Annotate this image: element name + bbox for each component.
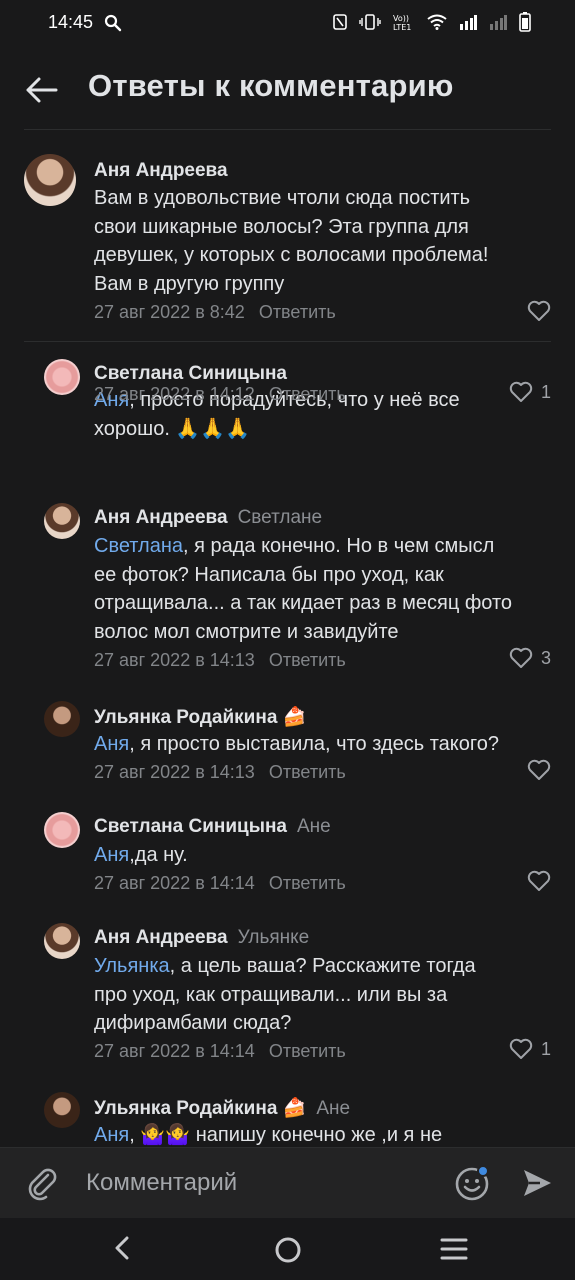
like-count: 1 bbox=[540, 1038, 551, 1059]
comment-date: 27 авг 2022 в 14:14 bbox=[94, 1041, 255, 1061]
avatar[interactable] bbox=[44, 812, 80, 848]
svg-text:LTE1: LTE1 bbox=[393, 23, 411, 31]
avatar[interactable] bbox=[24, 154, 76, 206]
comment-author[interactable]: Ульянка Родайкина 🍰 bbox=[94, 1098, 306, 1119]
nav-recents-icon[interactable] bbox=[440, 1236, 468, 1267]
battery-icon bbox=[519, 12, 531, 37]
reply-to-label: Ане bbox=[297, 816, 331, 837]
mention-link[interactable]: Аня bbox=[94, 844, 129, 866]
comment-date: 27 авг 2022 в 14:13 bbox=[94, 762, 255, 782]
signal-2-icon bbox=[489, 14, 507, 35]
reply-to-label: Светлане bbox=[237, 507, 323, 528]
nav-back-icon[interactable] bbox=[110, 1234, 134, 1267]
like-count: 1 bbox=[540, 381, 551, 402]
signal-icon bbox=[459, 14, 477, 35]
nfc-icon bbox=[333, 14, 347, 35]
like-button[interactable]: 1 bbox=[509, 1038, 551, 1060]
comment-text: Ульянка, а цель ваша? Расскажите тогда п… bbox=[94, 955, 476, 1034]
avatar[interactable] bbox=[44, 701, 80, 737]
reply-button[interactable]: Ответить bbox=[269, 873, 346, 893]
reply-button[interactable]: Ответить bbox=[269, 1041, 346, 1061]
vibrate-icon bbox=[359, 14, 381, 35]
avatar[interactable] bbox=[44, 923, 80, 959]
system-navbar bbox=[0, 1218, 575, 1280]
mention-link[interactable]: Светлана bbox=[94, 535, 183, 557]
comment-date: 27 авг 2022 в 14:12 bbox=[94, 384, 255, 404]
status-bar: 14:45 Vo)) LTE1 bbox=[0, 0, 575, 48]
comment-date: 27 авг 2022 в 14:13 bbox=[94, 650, 255, 670]
search-icon bbox=[104, 14, 122, 37]
comment-text: Аня, 🤷‍♀️🤷‍♀️ напишу конечно же ,и я не bbox=[94, 1124, 443, 1146]
comment-author[interactable]: Аня Андреева bbox=[94, 160, 228, 181]
like-button[interactable] bbox=[527, 300, 551, 322]
svg-text:Vo)): Vo)) bbox=[393, 14, 409, 23]
volte-icon: Vo)) LTE1 bbox=[393, 13, 415, 36]
heart-icon bbox=[527, 300, 551, 321]
like-button[interactable] bbox=[527, 759, 551, 781]
comment-text: Аня, я просто выставила, что здесь таког… bbox=[94, 733, 499, 755]
status-time: 14:45 bbox=[48, 12, 94, 32]
reply-button[interactable]: Ответить bbox=[259, 302, 336, 322]
status-icons: Vo)) LTE1 bbox=[333, 12, 531, 37]
comment-text: Светлана, я рада конечно. Но в чем смысл… bbox=[94, 535, 513, 643]
comments-list: Аня Андреева Вам в удовольствие чтоли сю… bbox=[0, 130, 575, 1147]
comment-date: 27 авг 2022 в 14:14 bbox=[94, 873, 255, 893]
comment-author[interactable]: Светлана Синицына bbox=[94, 363, 287, 384]
header: Ответы к комментарию bbox=[0, 48, 575, 130]
mention-link[interactable]: Ульянка bbox=[94, 955, 170, 977]
comment-author[interactable]: Светлана Синицына bbox=[94, 816, 287, 837]
wifi-icon bbox=[427, 14, 447, 35]
reply-button[interactable]: Ответить bbox=[269, 762, 346, 782]
heart-icon bbox=[509, 381, 533, 402]
like-count: 3 bbox=[540, 647, 551, 668]
comment-composer bbox=[0, 1147, 575, 1218]
page-title: Ответы к комментарию bbox=[88, 68, 454, 103]
paperclip-icon[interactable] bbox=[24, 1165, 60, 1206]
nav-home-icon[interactable] bbox=[274, 1236, 302, 1269]
comment-input[interactable] bbox=[84, 1168, 428, 1198]
heart-icon bbox=[509, 647, 533, 668]
like-button[interactable]: 3 bbox=[509, 647, 551, 669]
heart-icon bbox=[509, 1038, 533, 1059]
heart-icon bbox=[527, 870, 551, 891]
arrow-left-icon bbox=[26, 77, 58, 103]
comment-date: 27 авг 2022 в 8:42 bbox=[94, 302, 245, 322]
send-icon[interactable] bbox=[520, 1166, 554, 1205]
like-button[interactable] bbox=[527, 870, 551, 892]
mention-link[interactable]: Аня bbox=[94, 733, 129, 755]
comment-author[interactable]: Аня Андреева bbox=[94, 507, 228, 528]
back-button[interactable] bbox=[22, 70, 62, 110]
heart-icon bbox=[527, 759, 551, 780]
avatar[interactable] bbox=[44, 359, 80, 395]
reply-button[interactable]: Ответить bbox=[269, 384, 346, 404]
comment-author[interactable]: Ульянка Родайкина 🍰 bbox=[94, 707, 306, 728]
comment-text: Аня,да ну. bbox=[94, 844, 188, 866]
divider bbox=[24, 341, 551, 342]
reply-to-label: Ане bbox=[316, 1098, 351, 1119]
comment-text: Вам в удовольствие чтоли сюда постить св… bbox=[94, 187, 489, 295]
avatar[interactable] bbox=[44, 503, 80, 539]
smile-icon[interactable] bbox=[454, 1164, 492, 1207]
avatar[interactable] bbox=[44, 1092, 80, 1128]
mention-link[interactable]: Аня bbox=[94, 1124, 129, 1146]
comment-author[interactable]: Аня Андреева bbox=[94, 927, 228, 948]
like-button[interactable]: 1 bbox=[509, 381, 551, 403]
reply-to-label: Ульянке bbox=[237, 927, 310, 948]
reply-button[interactable]: Ответить bbox=[269, 650, 346, 670]
